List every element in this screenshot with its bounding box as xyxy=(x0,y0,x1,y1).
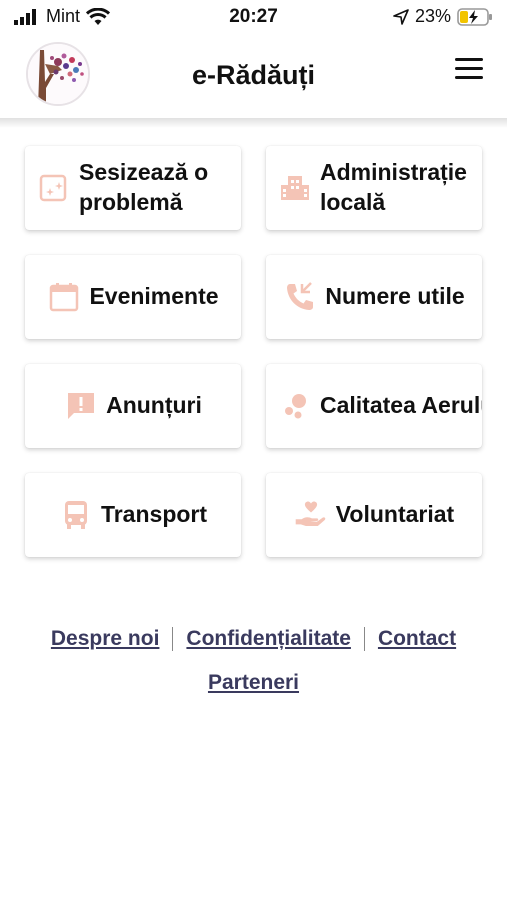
link-confidentialitate[interactable]: Confidențialitate xyxy=(186,627,351,651)
air-bubbles-icon xyxy=(278,389,312,423)
menu-bar xyxy=(455,67,483,70)
tile-sesizeaza-problema[interactable]: Sesizează o problemă xyxy=(25,146,241,230)
menu-bar xyxy=(455,76,483,79)
link-separator xyxy=(172,627,174,651)
footer-row-main: Despre noi Confidențialitate Contact xyxy=(0,620,507,658)
footer-row-secondary: Parteneri xyxy=(0,664,507,702)
tile-evenimente[interactable]: Evenimente xyxy=(25,255,241,339)
tile-transport[interactable]: Transport xyxy=(25,473,241,557)
battery-percent: 23% xyxy=(414,6,451,26)
tile-calitatea-aerului[interactable]: Calitatea Aerului xyxy=(266,364,482,448)
report-problem-icon xyxy=(37,171,71,205)
status-right: 23% xyxy=(393,6,493,27)
tile-label: Anunțuri xyxy=(106,392,202,419)
volunteer-hand-heart-icon xyxy=(294,498,328,532)
menu-bar xyxy=(455,58,483,61)
battery-charging-icon xyxy=(457,7,492,26)
tile-label: Numere utile xyxy=(325,283,465,310)
link-contact[interactable]: Contact xyxy=(378,627,456,651)
link-parteneri[interactable]: Parteneri xyxy=(208,671,299,695)
tile-anunturi[interactable]: Anunțuri xyxy=(25,364,241,448)
link-separator xyxy=(363,627,365,651)
tile-numere-utile[interactable]: Numere utile xyxy=(266,255,482,339)
app-title: e-Rădăuți xyxy=(191,60,316,90)
tile-label: Sesizează o problemă xyxy=(79,159,209,215)
tile-label: Administrație locală xyxy=(320,159,467,215)
link-despre-noi[interactable]: Despre noi xyxy=(51,627,160,651)
app-header: e-Rădăuți xyxy=(0,36,507,122)
tile-label: Calitatea Aerului xyxy=(320,392,482,419)
header-divider xyxy=(0,118,507,128)
phone-call-icon xyxy=(283,280,317,314)
city-buildings-icon xyxy=(278,171,312,205)
tile-voluntariat[interactable]: Voluntariat xyxy=(266,473,482,557)
status-bar: Mint 20:27 23% xyxy=(0,0,507,36)
tile-administratie-locala[interactable]: Administrație locală xyxy=(266,146,482,230)
bus-icon xyxy=(59,498,93,532)
hamburger-menu-button[interactable] xyxy=(455,58,485,84)
tile-label: Voluntariat xyxy=(335,501,455,528)
tile-label: Evenimente xyxy=(89,283,219,310)
footer-links: Despre noi Confidențialitate Contact Par… xyxy=(0,620,507,702)
location-arrow-icon xyxy=(393,8,409,25)
calendar-icon xyxy=(47,280,81,314)
tile-label: Transport xyxy=(100,501,208,528)
announcement-icon xyxy=(64,389,98,423)
